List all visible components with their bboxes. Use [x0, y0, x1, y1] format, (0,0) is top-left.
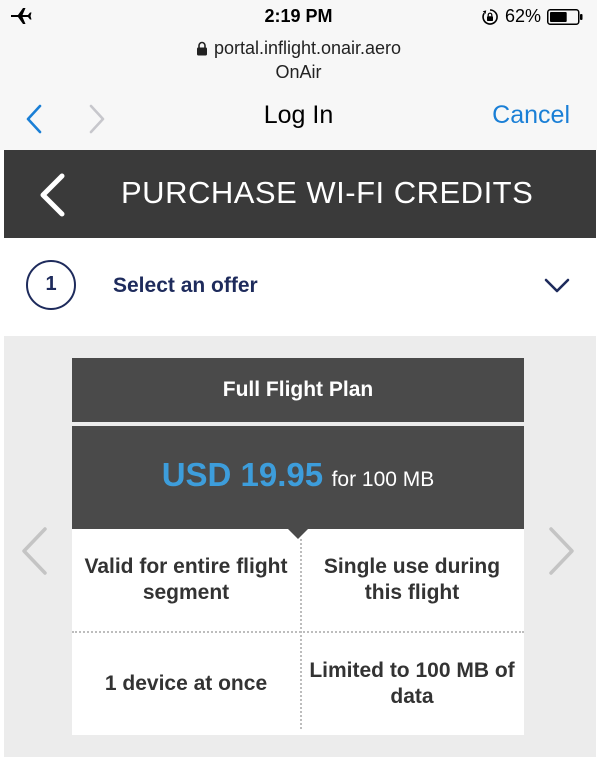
- feature-grid: Valid for entire flight segment Single u…: [72, 529, 524, 735]
- feature-validity: Valid for entire flight segment: [84, 555, 288, 604]
- battery-icon: [547, 8, 583, 25]
- battery-percent: 62%: [504, 6, 541, 26]
- status-bar: 2:19 PM 62%: [0, 0, 597, 34]
- feature-device-limit: 1 device at once: [104, 672, 268, 695]
- page-title: PURCHASE WI-FI CREDITS: [121, 175, 534, 210]
- nav-bar: Log In Cancel: [0, 94, 597, 150]
- chevron-down-icon[interactable]: [544, 278, 570, 294]
- price-pointer-notch: [288, 529, 308, 539]
- rotation-lock-icon: [482, 8, 498, 25]
- carousel-next-icon[interactable]: [547, 526, 577, 576]
- cancel-button[interactable]: Cancel: [492, 101, 570, 130]
- status-indicators: 62%: [481, 6, 583, 27]
- feature-single-use: Single use during this flight: [323, 555, 501, 604]
- site-name: OnAir: [275, 62, 322, 82]
- offer-card[interactable]: Full Flight Plan USD 19.95 for 100 MB Va…: [72, 358, 524, 735]
- price-amount: USD 19.95: [161, 456, 324, 493]
- price-line: USD 19.95 for 100 MB: [72, 456, 524, 494]
- page-header: PURCHASE WI-FI CREDITS: [4, 150, 596, 238]
- feature-divider-horizontal: [72, 631, 524, 633]
- url-text: portal.inflight.onair.aero: [213, 38, 402, 58]
- feature-divider-vertical: [300, 539, 302, 729]
- offer-carousel: Full Flight Plan USD 19.95 for 100 MB Va…: [4, 336, 596, 757]
- price-suffix: for 100 MB: [331, 468, 435, 491]
- feature-data-limit: Limited to 100 MB of data: [309, 659, 515, 708]
- url-row[interactable]: portal.inflight.onair.aero: [0, 38, 597, 59]
- carousel-prev-icon[interactable]: [19, 526, 49, 576]
- step-label: Select an offer: [113, 274, 258, 297]
- back-arrow-icon[interactable]: [36, 172, 68, 218]
- step-number-badge: 1: [26, 260, 76, 310]
- price-bar: USD 19.95 for 100 MB: [72, 426, 524, 529]
- plan-name: Full Flight Plan: [72, 358, 524, 422]
- lock-icon: [196, 41, 207, 56]
- address-bar[interactable]: portal.inflight.onair.aero OnAir: [0, 34, 597, 94]
- step-select-offer[interactable]: 1 Select an offer: [4, 238, 596, 336]
